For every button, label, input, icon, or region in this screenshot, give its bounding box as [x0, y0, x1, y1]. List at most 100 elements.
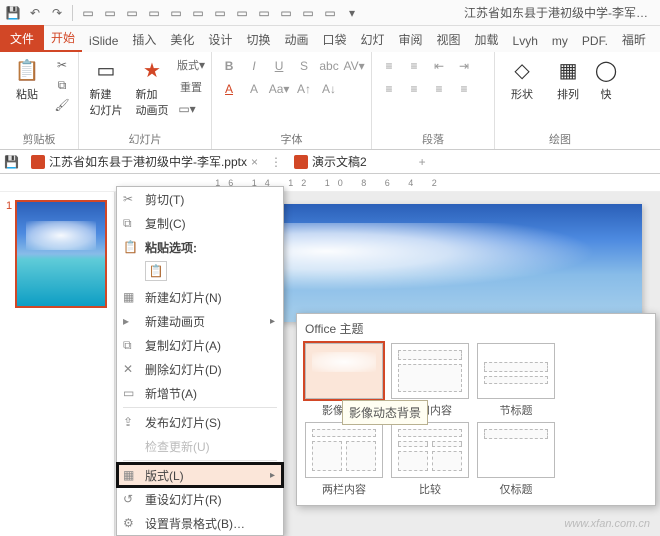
copy-icon: ⧉ [123, 216, 139, 231]
save-icon[interactable]: 💾 [4, 4, 22, 22]
qat-icon[interactable]: ▭ [255, 4, 273, 22]
qat-icon[interactable]: ▭ [321, 4, 339, 22]
numbering-button[interactable]: ≡ [403, 56, 425, 76]
watermark: www.xfan.com.cn [564, 518, 650, 530]
layout-preview [305, 422, 383, 478]
bullets-button[interactable]: ≡ [378, 56, 400, 76]
tab-transition[interactable]: 切换 [239, 27, 277, 52]
tab-addins[interactable]: 加载 [468, 27, 506, 52]
shrink-font-button[interactable]: A↓ [318, 79, 340, 99]
ctx-layout[interactable]: ▦版式(L)▸ [117, 463, 283, 487]
reset-button[interactable]: 重置 [177, 78, 205, 96]
ctx-copy[interactable]: ⧉复制(C) [117, 211, 283, 235]
qat-icon[interactable]: ▭ [189, 4, 207, 22]
ctx-add-section[interactable]: ▭新增节(A) [117, 381, 283, 405]
outdent-button[interactable]: ⇥ [453, 56, 475, 76]
tab-my[interactable]: my [545, 30, 575, 52]
ctx-new-anim[interactable]: ▸新建动画页▸ [117, 309, 283, 333]
grow-font-button[interactable]: A↑ [293, 79, 315, 99]
ctx-delete-slide[interactable]: ✕删除幻灯片(D) [117, 357, 283, 381]
qat-icon[interactable]: ▭ [101, 4, 119, 22]
layout-option[interactable]: 两栏内容 [305, 422, 383, 497]
align-left-button[interactable]: ≡ [378, 79, 400, 99]
quick-styles-button[interactable]: ◯ 快 [593, 56, 619, 102]
new-slide-label: 新建 幻灯片 [90, 86, 123, 118]
paste-option-icon[interactable]: 📋 [145, 261, 167, 281]
new-slide-button[interactable]: ▭ 新建 幻灯片 [85, 56, 127, 118]
underline-button[interactable]: U [268, 56, 290, 76]
tab-design[interactable]: 设计 [201, 27, 239, 52]
tab-pocket[interactable]: 口袋 [315, 27, 353, 52]
strike-button[interactable]: S [293, 56, 315, 76]
shapes-button[interactable]: ◇ 形状 [501, 56, 543, 102]
slide-thumbnail[interactable] [15, 200, 107, 308]
spacing-button[interactable]: AV▾ [343, 56, 365, 76]
copy-icon[interactable]: ⧉ [52, 76, 72, 94]
document-tab[interactable]: 演示文稿2 [288, 151, 373, 172]
document-tab[interactable]: 江苏省如东县于港初级中学-李军.pptx × [25, 151, 264, 172]
add-tab-icon[interactable]: + [419, 155, 426, 169]
ctx-duplicate-slide[interactable]: ⧉复制幻灯片(A) [117, 333, 283, 357]
layout-button[interactable]: 版式▾ [177, 56, 205, 74]
qat-icon[interactable]: ▭ [167, 4, 185, 22]
font-color-button[interactable]: A [218, 79, 240, 99]
layout-option[interactable]: 节标题 [477, 343, 555, 418]
tab-slideshow[interactable]: 幻灯 [353, 27, 391, 52]
qat-icon[interactable]: ▭ [277, 4, 295, 22]
ribbon-tabs: 文件 开始 iSlide 插入 美化 设计 切换 动画 口袋 幻灯 审阅 视图 … [0, 26, 660, 52]
paste-button[interactable]: 📋 粘贴 [6, 56, 48, 102]
layout-preview [477, 422, 555, 478]
tab-islide[interactable]: iSlide [82, 30, 125, 52]
group-label-paragraph: 段落 [378, 131, 488, 149]
save-doc-icon[interactable]: 💾 [4, 155, 19, 169]
cut-icon[interactable]: ✂ [52, 56, 72, 74]
ctx-reset-slide[interactable]: ↺重设幻灯片(R) [117, 487, 283, 511]
qat-icon[interactable]: ▭ [299, 4, 317, 22]
section-button[interactable]: ▭▾ [177, 100, 197, 118]
tab-review[interactable]: 审阅 [392, 27, 430, 52]
layout-option[interactable]: 比较 [391, 422, 469, 497]
qat-icon[interactable]: ▭ [79, 4, 97, 22]
duplicate-icon: ⧉ [123, 338, 139, 353]
cut-icon: ✂ [123, 192, 139, 206]
undo-icon[interactable]: ↶ [26, 4, 44, 22]
new-anim-button[interactable]: ★ 新加 动画页 [131, 56, 173, 118]
arrange-button[interactable]: ▦ 排列 [547, 56, 589, 102]
tab-pdf[interactable]: PDF. [575, 30, 615, 52]
qat-icon[interactable]: ▾ [343, 4, 361, 22]
qat-icon[interactable]: ▭ [145, 4, 163, 22]
qat-icon[interactable]: ▭ [233, 4, 251, 22]
ctx-paste-options[interactable]: 📋粘贴选项: [117, 235, 283, 259]
align-center-button[interactable]: ≡ [403, 79, 425, 99]
layout-option[interactable]: 仅标题 [477, 422, 555, 497]
paste-icon: 📋 [13, 56, 41, 84]
case-button[interactable]: Aa▾ [268, 79, 290, 99]
tab-view[interactable]: 视图 [430, 27, 468, 52]
document-tab-label: 演示文稿2 [312, 153, 367, 170]
ctx-check-update: 检查更新(U) [117, 434, 283, 458]
tab-insert[interactable]: 插入 [125, 27, 163, 52]
ctx-publish-slide[interactable]: ⇪发布幻灯片(S) [117, 410, 283, 434]
ctx-format-background[interactable]: ⚙设置背景格式(B)… [117, 511, 283, 535]
qat-icon[interactable]: ▭ [123, 4, 141, 22]
tab-foxit[interactable]: 福昕 [615, 27, 653, 52]
tab-home[interactable]: 开始 [44, 25, 82, 52]
qat-icon[interactable]: ▭ [211, 4, 229, 22]
justify-button[interactable]: ≡ [453, 79, 475, 99]
align-right-button[interactable]: ≡ [428, 79, 450, 99]
close-icon[interactable]: × [251, 155, 258, 169]
bold-button[interactable]: B [218, 56, 240, 76]
tab-lvyh[interactable]: Lvyh [506, 30, 545, 52]
tab-beautify[interactable]: 美化 [163, 27, 201, 52]
tab-file[interactable]: 文件 [0, 25, 44, 52]
italic-button[interactable]: I [243, 56, 265, 76]
shadow-button[interactable]: abc [318, 56, 340, 76]
ctx-new-slide[interactable]: ▦新建幻灯片(N) [117, 285, 283, 309]
tab-animation[interactable]: 动画 [277, 27, 315, 52]
highlight-button[interactable]: A [243, 79, 265, 99]
indent-button[interactable]: ⇤ [428, 56, 450, 76]
ctx-cut[interactable]: ✂剪切(T) [117, 187, 283, 211]
redo-icon[interactable]: ↷ [48, 4, 66, 22]
format-painter-icon[interactable]: 🖌 [52, 96, 72, 114]
tab-onel[interactable]: Onel [653, 30, 660, 52]
